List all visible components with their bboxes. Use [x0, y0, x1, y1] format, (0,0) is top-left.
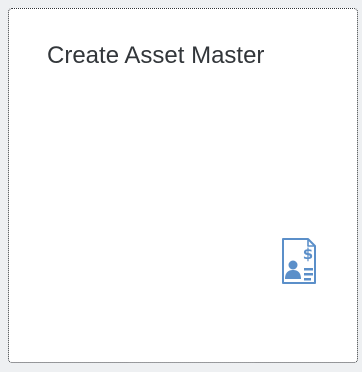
create-asset-master-tile[interactable]: Create Asset Master $ — [8, 8, 358, 363]
tile-title: Create Asset Master — [47, 42, 265, 69]
svg-text:$: $ — [303, 245, 313, 263]
asset-master-icon: $ — [281, 237, 317, 285]
